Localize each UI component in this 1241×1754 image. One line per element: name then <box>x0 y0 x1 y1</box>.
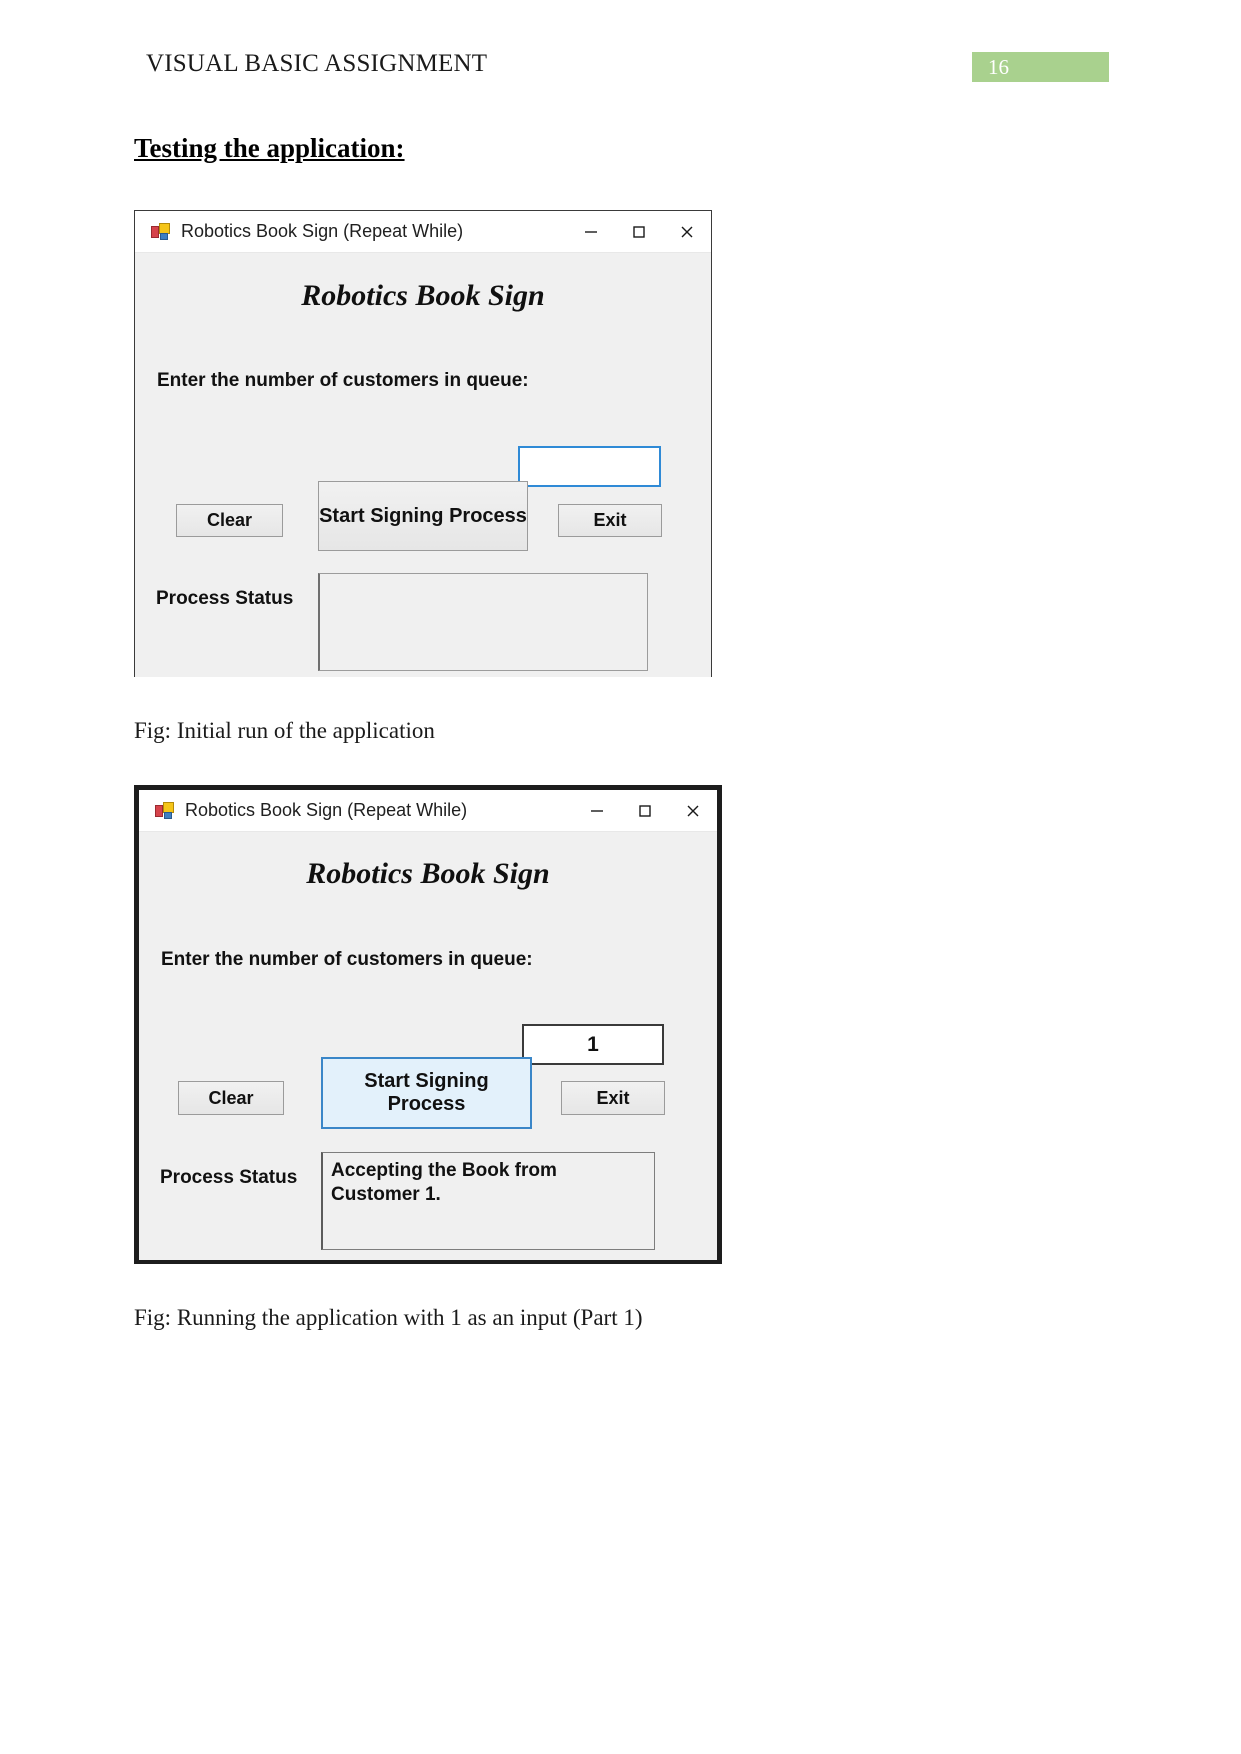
section-heading: Testing the application: <box>134 133 405 163</box>
vb-form-icon <box>155 801 174 820</box>
close-icon[interactable] <box>669 790 717 831</box>
minimize-icon[interactable] <box>567 211 615 252</box>
form-heading: Robotics Book Sign <box>301 279 545 312</box>
window-controls <box>567 211 711 252</box>
queue-prompt-label: Enter the number of customers in queue: <box>157 370 529 391</box>
window-titlebar: Robotics Book Sign (Repeat While) <box>135 211 711 253</box>
clear-button[interactable]: Clear <box>178 1081 284 1115</box>
form-body: Robotics Book Sign Enter the number of c… <box>139 832 717 1260</box>
close-icon[interactable] <box>663 211 711 252</box>
window-controls <box>573 790 717 831</box>
exit-button[interactable]: Exit <box>561 1081 665 1115</box>
queue-count-input[interactable]: 1 <box>522 1024 664 1065</box>
process-status-textbox[interactable]: Accepting the Book from Customer 1. <box>321 1152 655 1250</box>
document-header: VISUAL BASIC ASSIGNMENT 16 <box>0 0 1241 110</box>
minimize-icon[interactable] <box>573 790 621 831</box>
start-signing-process-button[interactable]: Start Signing Process <box>321 1057 532 1129</box>
maximize-icon[interactable] <box>615 211 663 252</box>
exit-button[interactable]: Exit <box>558 504 662 537</box>
window-titlebar: Robotics Book Sign (Repeat While) <box>139 790 717 832</box>
clear-button[interactable]: Clear <box>176 504 283 537</box>
page-number-badge: 16 <box>972 52 1109 82</box>
app-window-with-input: Robotics Book Sign (Repeat While) Roboti… <box>134 785 722 1264</box>
process-status-label: Process Status <box>156 588 294 609</box>
maximize-icon[interactable] <box>621 790 669 831</box>
form-heading: Robotics Book Sign <box>306 857 550 890</box>
window-title: Robotics Book Sign (Repeat While) <box>181 221 464 241</box>
queue-count-input[interactable] <box>518 446 661 487</box>
start-signing-process-button[interactable]: Start Signing Process <box>318 481 528 551</box>
queue-prompt-label: Enter the number of customers in queue: <box>161 949 533 970</box>
process-status-label: Process Status <box>160 1167 298 1188</box>
figure-caption-2: Fig: Running the application with 1 as a… <box>134 1305 643 1330</box>
form-body: Robotics Book Sign Enter the number of c… <box>135 253 711 677</box>
figure-caption-1: Fig: Initial run of the application <box>134 718 435 743</box>
vb-form-icon <box>151 222 170 241</box>
process-status-textbox[interactable] <box>318 573 648 671</box>
window-title: Robotics Book Sign (Repeat While) <box>185 800 468 820</box>
document-header-title: VISUAL BASIC ASSIGNMENT <box>146 50 488 77</box>
app-window-initial-run: Robotics Book Sign (Repeat While) Roboti… <box>134 210 712 677</box>
